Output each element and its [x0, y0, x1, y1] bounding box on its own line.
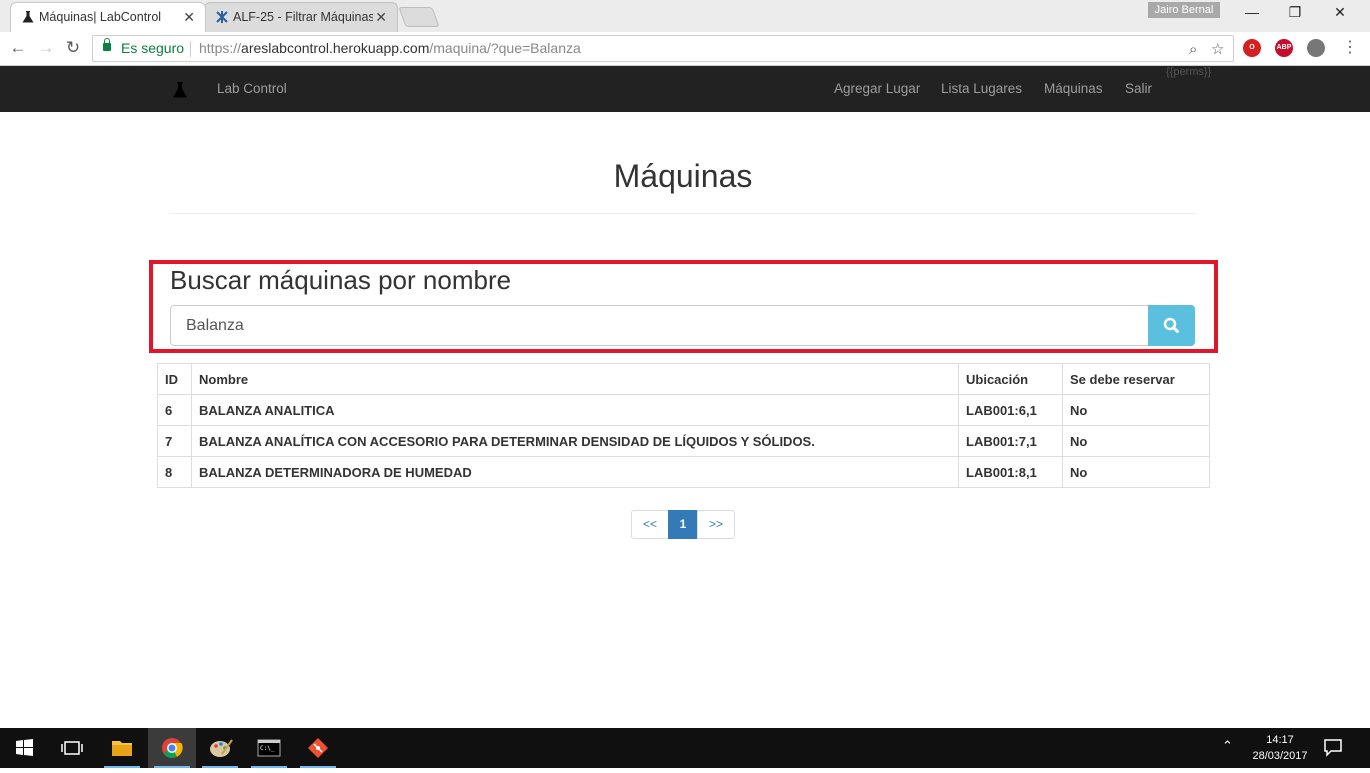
- address-bar[interactable]: Es seguro https://areslabcontrol.herokua…: [92, 35, 1234, 62]
- security-label: Es seguro: [121, 40, 185, 56]
- restore-icon[interactable]: ❐: [1275, 4, 1315, 24]
- tab-alf-25[interactable]: ALF-25 - Filtrar Máquinas ✕: [204, 2, 398, 32]
- flask-icon[interactable]: [170, 80, 190, 100]
- url-text: https://areslabcontrol.herokuapp.com/maq…: [199, 40, 581, 56]
- extension-icon[interactable]: [1307, 39, 1325, 57]
- pagination-next[interactable]: >>: [697, 510, 735, 539]
- terminal-icon[interactable]: C:\_: [245, 728, 293, 768]
- search-button[interactable]: [1148, 305, 1195, 346]
- nav-lista-lugares[interactable]: Lista Lugares: [941, 81, 1022, 96]
- clock-date: 28/03/2017: [1252, 750, 1308, 762]
- cell-ubicacion: LAB001:7,1: [958, 425, 1063, 457]
- cell-nombre: BALANZA ANALÍTICA CON ACCESORIO PARA DET…: [191, 425, 959, 457]
- table-row: 6 BALANZA ANALITICA LAB001:6,1 No: [157, 394, 1210, 426]
- forward-icon[interactable]: →: [36, 38, 56, 58]
- nav-agregar-lugar[interactable]: Agregar Lugar: [834, 81, 920, 96]
- pagination-page-1[interactable]: 1: [668, 510, 698, 539]
- column-header-ubicacion: Ubicación: [958, 363, 1063, 395]
- site-navbar: Lab Control Agregar Lugar Lista Lugares …: [0, 66, 1370, 112]
- minimize-icon[interactable]: —: [1232, 4, 1272, 24]
- paint-icon[interactable]: [196, 728, 244, 768]
- table-header-row: ID Nombre Ubicación Se debe reservar: [157, 363, 1210, 395]
- jira-icon: [216, 11, 228, 23]
- cell-id: 7: [157, 425, 192, 457]
- column-header-nombre: Nombre: [191, 363, 959, 395]
- bookmark-star-icon[interactable]: ☆: [1211, 37, 1224, 62]
- page-title: Máquinas: [613, 158, 753, 194]
- lock-icon: [103, 38, 111, 51]
- tab-title: ALF-25 - Filtrar Máquinas: [233, 10, 373, 24]
- search-heading: Buscar máquinas por nombre: [170, 265, 512, 295]
- task-view-icon[interactable]: [48, 728, 96, 768]
- table-row: 8 BALANZA DETERMINADORA DE HUMEDAD LAB00…: [157, 456, 1210, 488]
- back-icon[interactable]: ←: [8, 38, 28, 58]
- clock-time: 14:17: [1266, 734, 1294, 746]
- column-header-id: ID: [157, 363, 192, 395]
- pagination-prev[interactable]: <<: [631, 510, 669, 539]
- perms-placeholder: {{perms}}: [1166, 66, 1212, 78]
- search-input[interactable]: Balanza: [170, 305, 1150, 346]
- adblock-plus-icon[interactable]: ABP: [1275, 39, 1293, 57]
- machines-table: ID Nombre Ubicación Se debe reservar 6 B…: [157, 363, 1210, 488]
- close-tab-icon[interactable]: ✕: [375, 3, 387, 31]
- tab-title: Máquinas| LabControl: [39, 10, 162, 24]
- opera-icon[interactable]: O: [1243, 39, 1261, 57]
- svg-text:C:\_: C:\_: [260, 745, 275, 752]
- cell-nombre: BALANZA DETERMINADORA DE HUMEDAD: [191, 456, 959, 488]
- cell-reservar: No: [1062, 425, 1210, 457]
- search-icon: [1163, 317, 1179, 333]
- menu-icon[interactable]: ⋮: [1340, 38, 1360, 58]
- chrome-icon[interactable]: [148, 728, 196, 768]
- cell-reservar: No: [1062, 394, 1210, 426]
- divider: [190, 41, 191, 57]
- pagination: << 1 >>: [631, 510, 735, 539]
- new-tab-button[interactable]: [398, 7, 440, 27]
- file-explorer-icon[interactable]: [98, 728, 146, 768]
- cell-id: 6: [157, 394, 192, 426]
- nav-salir[interactable]: Salir: [1125, 81, 1152, 96]
- cell-nombre: BALANZA ANALITICA: [191, 394, 959, 426]
- tab-maquinas[interactable]: Máquinas| LabControl ✕: [10, 2, 206, 32]
- browser-tab-bar: Máquinas| LabControl ✕ ALF-25 - Filtrar …: [0, 0, 1370, 32]
- cell-ubicacion: LAB001:8,1: [958, 456, 1063, 488]
- windows-taskbar: C:\_ ⌃ 14:17 28/03/2017: [0, 728, 1370, 768]
- profile-button[interactable]: Jairo Bernal: [1148, 2, 1220, 18]
- clock[interactable]: 14:17 28/03/2017: [1250, 732, 1310, 764]
- brand-link[interactable]: Lab Control: [217, 81, 287, 96]
- notifications-icon[interactable]: [1322, 738, 1344, 758]
- browser-toolbar: ← → ↻ Es seguro https://areslabcontrol.h…: [0, 32, 1370, 66]
- column-header-reservar: Se debe reservar: [1062, 363, 1210, 395]
- table-row: 7 BALANZA ANALÍTICA CON ACCESORIO PARA D…: [157, 425, 1210, 457]
- zoom-icon[interactable]: ⌕: [1189, 37, 1197, 62]
- chevron-up-icon[interactable]: ⌃: [1222, 738, 1233, 754]
- nav-maquinas[interactable]: Máquinas: [1044, 81, 1103, 96]
- windows-start-icon[interactable]: [0, 728, 48, 768]
- cell-ubicacion: LAB001:6,1: [958, 394, 1063, 426]
- reload-icon[interactable]: ↻: [63, 38, 83, 58]
- cell-id: 8: [157, 456, 192, 488]
- close-tab-icon[interactable]: ✕: [183, 3, 195, 31]
- flask-icon: [22, 11, 34, 23]
- cell-reservar: No: [1062, 456, 1210, 488]
- divider: [170, 213, 1196, 214]
- git-icon[interactable]: [294, 728, 342, 768]
- close-window-icon[interactable]: ✕: [1320, 4, 1360, 24]
